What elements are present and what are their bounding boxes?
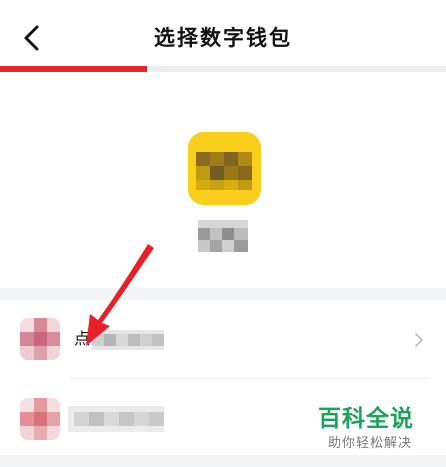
chevron-right-icon (415, 333, 423, 347)
wallet-name-pixelated (198, 220, 248, 252)
page-title: 选择数字钱包 (154, 26, 292, 50)
wallet-logo-pixelated (188, 132, 261, 205)
wallet-item-label: 点 (74, 329, 91, 348)
wallet-icon-pixelated (20, 318, 60, 360)
section-separator (0, 288, 446, 300)
list-divider (70, 378, 430, 379)
wallet-list-item[interactable]: 点 (0, 300, 446, 380)
nav-header: 选择数字钱包 (0, 0, 446, 72)
wallet-icon-pixelated (20, 398, 60, 440)
wallet-item-label-pixelated (92, 330, 164, 350)
watermark-slogan: 助你轻松解决 (328, 436, 413, 451)
watermark: 百科全说 助你轻松解决 (318, 404, 438, 460)
selected-wallet-area (0, 72, 446, 290)
wallet-item-label-pixelated (68, 406, 164, 432)
select-digital-wallet-page: 选择数字钱包 点 百科全说 助你轻松解决 (0, 0, 446, 467)
watermark-brand: 百科全说 (318, 406, 414, 432)
